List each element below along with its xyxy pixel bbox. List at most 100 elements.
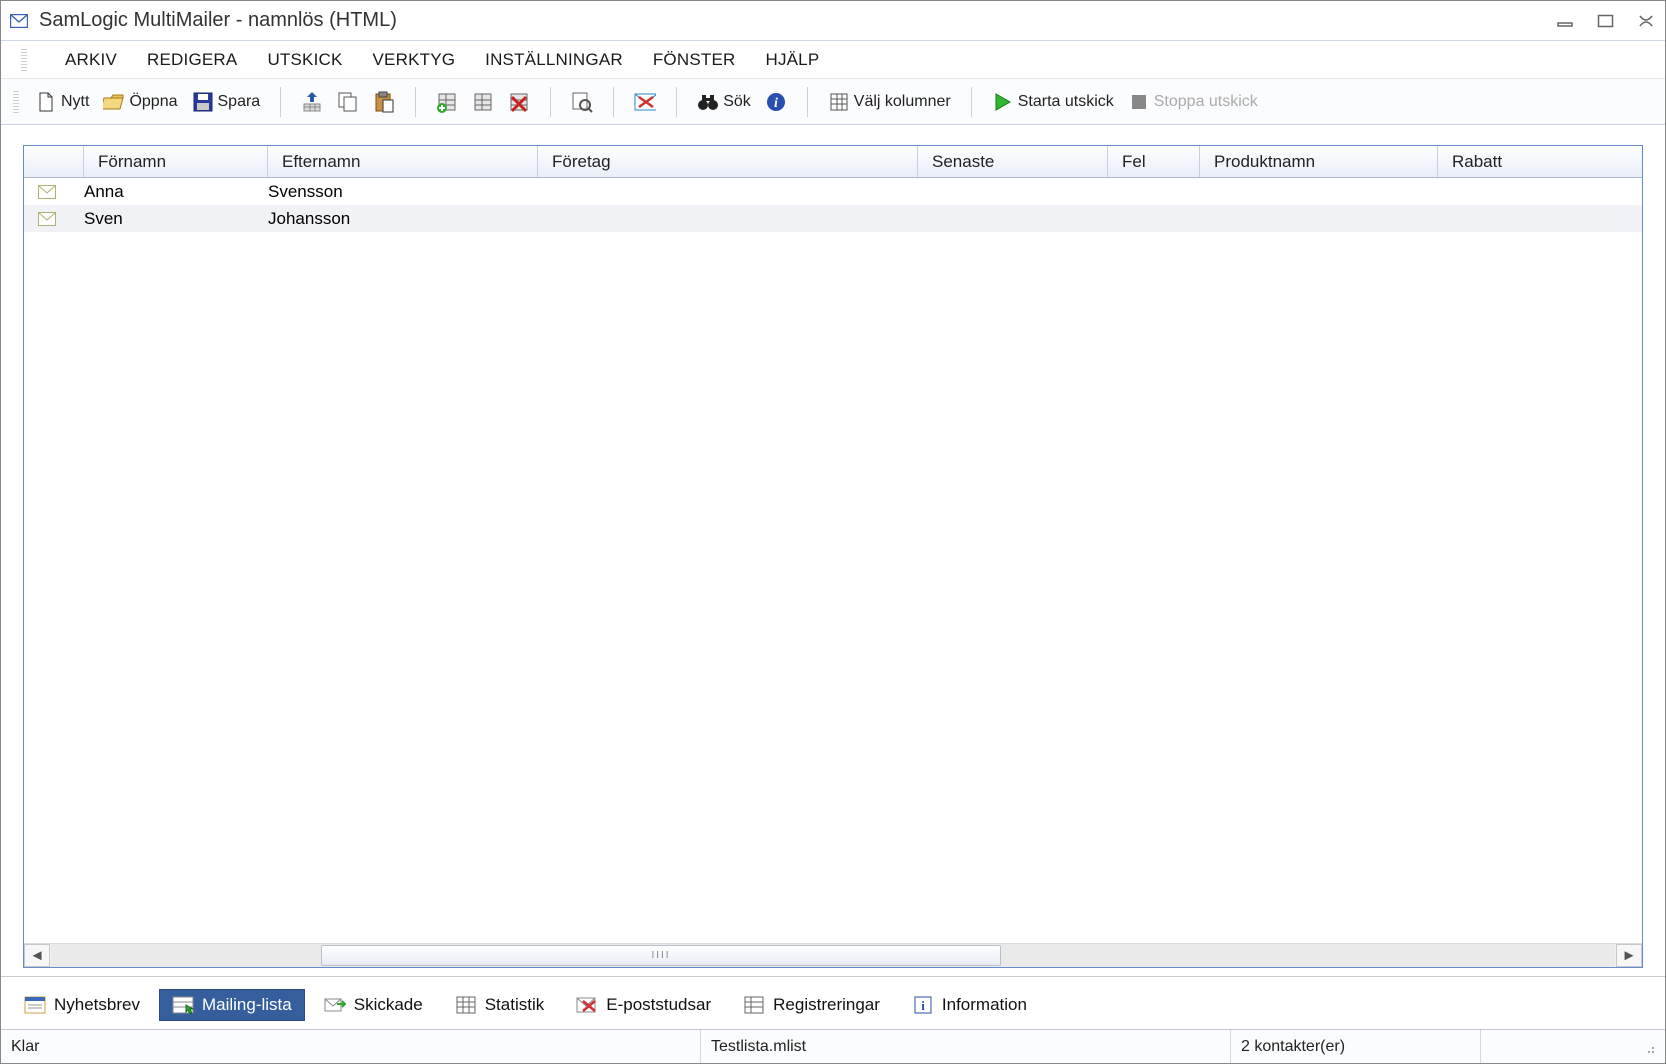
new-label: Nytt bbox=[61, 93, 89, 111]
toolbar-separator bbox=[676, 87, 677, 117]
toolbar-gripper[interactable] bbox=[13, 91, 19, 113]
add-record-button[interactable] bbox=[432, 85, 462, 119]
window-title: SamLogic MultiMailer - namnlös (HTML) bbox=[39, 9, 1555, 32]
tab-label: Skickade bbox=[354, 995, 423, 1015]
toolbar-separator bbox=[613, 87, 614, 117]
grid-body[interactable]: Anna Svensson Sven Johansson bbox=[24, 178, 1642, 943]
paste-button[interactable] bbox=[369, 85, 399, 119]
cell-fornamn: Anna bbox=[84, 182, 268, 202]
contact-grid: Förnamn Efternamn Företag Senaste Fel Pr… bbox=[23, 145, 1643, 968]
status-file: Testlista.mlist bbox=[701, 1030, 1231, 1063]
app-icon bbox=[9, 11, 29, 31]
info-button[interactable]: i bbox=[761, 85, 791, 119]
toolbar: Nytt Öppna Spara bbox=[1, 79, 1665, 125]
status-spacer bbox=[1481, 1030, 1635, 1063]
maximize-button[interactable] bbox=[1595, 10, 1617, 32]
paste-icon bbox=[373, 91, 395, 113]
import-icon bbox=[301, 91, 323, 113]
col-rabatt[interactable]: Rabatt bbox=[1438, 146, 1642, 177]
edit-record-button[interactable] bbox=[468, 85, 498, 119]
svg-text:i: i bbox=[774, 96, 778, 111]
sent-icon bbox=[324, 995, 346, 1015]
binoculars-icon bbox=[697, 91, 719, 113]
scroll-track[interactable]: IIII bbox=[51, 944, 1615, 967]
close-button[interactable] bbox=[1635, 10, 1657, 32]
cell-efternamn: Johansson bbox=[268, 209, 538, 229]
horizontal-scrollbar[interactable]: ◄ IIII ► bbox=[24, 943, 1642, 967]
add-record-icon bbox=[436, 91, 458, 113]
mail-cancel-button[interactable] bbox=[630, 85, 660, 119]
stop-send-label: Stoppa utskick bbox=[1154, 93, 1258, 111]
mail-cancel-icon bbox=[634, 91, 656, 113]
mailing-list-icon bbox=[172, 995, 194, 1015]
row-icon-cell bbox=[24, 185, 84, 199]
col-senaste[interactable]: Senaste bbox=[918, 146, 1108, 177]
col-foretag[interactable]: Företag bbox=[538, 146, 918, 177]
work-area: Förnamn Efternamn Företag Senaste Fel Pr… bbox=[1, 125, 1665, 976]
menu-hjalp[interactable]: HJÄLP bbox=[765, 50, 819, 70]
toolbar-separator bbox=[971, 87, 972, 117]
new-button[interactable]: Nytt bbox=[31, 85, 93, 119]
delete-record-button[interactable] bbox=[504, 85, 534, 119]
registrations-icon bbox=[743, 995, 765, 1015]
menu-fonster[interactable]: FÖNSTER bbox=[653, 50, 736, 70]
menu-installningar[interactable]: INSTÄLLNINGAR bbox=[485, 50, 623, 70]
tab-skickade[interactable]: Skickade bbox=[311, 989, 436, 1021]
tab-label: Statistik bbox=[485, 995, 545, 1015]
tab-label: E-poststudsar bbox=[606, 995, 711, 1015]
tab-nyhetsbrev[interactable]: Nyhetsbrev bbox=[11, 989, 153, 1021]
tab-information[interactable]: i Information bbox=[899, 989, 1040, 1021]
menu-utskick[interactable]: UTSKICK bbox=[267, 50, 342, 70]
col-fornamn[interactable]: Förnamn bbox=[84, 146, 268, 177]
toolbar-separator bbox=[415, 87, 416, 117]
info-icon: i bbox=[765, 91, 787, 113]
table-row[interactable]: Anna Svensson bbox=[24, 178, 1642, 205]
preview-button[interactable] bbox=[567, 85, 597, 119]
choose-columns-label: Välj kolumner bbox=[854, 93, 951, 111]
resize-grip[interactable] bbox=[1635, 1030, 1665, 1063]
play-icon bbox=[992, 91, 1014, 113]
envelope-icon bbox=[38, 185, 56, 199]
tab-epoststudsar[interactable]: E-poststudsar bbox=[563, 989, 724, 1021]
info-square-icon: i bbox=[912, 995, 934, 1015]
copy-button[interactable] bbox=[333, 85, 363, 119]
stop-send-button[interactable]: Stoppa utskick bbox=[1124, 85, 1262, 119]
tab-mailing-lista[interactable]: Mailing-lista bbox=[159, 989, 305, 1021]
bottom-tab-bar: Nyhetsbrev Mailing-lista Skickade Statis… bbox=[1, 976, 1665, 1029]
menu-arkiv[interactable]: ARKIV bbox=[65, 50, 117, 70]
menu-redigera[interactable]: REDIGERA bbox=[147, 50, 237, 70]
col-efternamn[interactable]: Efternamn bbox=[268, 146, 538, 177]
menu-gripper[interactable] bbox=[21, 49, 27, 71]
tab-label: Nyhetsbrev bbox=[54, 995, 140, 1015]
open-button[interactable]: Öppna bbox=[99, 85, 181, 119]
stop-icon bbox=[1128, 91, 1150, 113]
toolbar-separator bbox=[807, 87, 808, 117]
table-row[interactable]: Sven Johansson bbox=[24, 205, 1642, 232]
col-icon[interactable] bbox=[24, 146, 84, 177]
tab-statistik[interactable]: Statistik bbox=[442, 989, 558, 1021]
save-button[interactable]: Spara bbox=[188, 85, 265, 119]
scroll-left-button[interactable]: ◄ bbox=[24, 944, 50, 967]
col-produkt[interactable]: Produktnamn bbox=[1200, 146, 1438, 177]
col-fel[interactable]: Fel bbox=[1108, 146, 1200, 177]
svg-text:i: i bbox=[921, 998, 925, 1013]
menu-bar: ARKIV REDIGERA UTSKICK VERKTYG INSTÄLLNI… bbox=[1, 41, 1665, 79]
window-controls bbox=[1555, 10, 1657, 32]
start-send-label: Starta utskick bbox=[1018, 93, 1114, 111]
tab-label: Information bbox=[942, 995, 1027, 1015]
tab-label: Registreringar bbox=[773, 995, 880, 1015]
scroll-thumb[interactable]: IIII bbox=[321, 945, 1001, 966]
tab-registreringar[interactable]: Registreringar bbox=[730, 989, 893, 1021]
new-file-icon bbox=[35, 91, 57, 113]
import-button[interactable] bbox=[297, 85, 327, 119]
delete-record-icon bbox=[508, 91, 530, 113]
start-send-button[interactable]: Starta utskick bbox=[988, 85, 1118, 119]
choose-columns-button[interactable]: Välj kolumner bbox=[824, 85, 955, 119]
bounce-icon bbox=[576, 995, 598, 1015]
menu-verktyg[interactable]: VERKTYG bbox=[373, 50, 456, 70]
edit-record-icon bbox=[472, 91, 494, 113]
search-button[interactable]: Sök bbox=[693, 85, 755, 119]
scroll-right-button[interactable]: ► bbox=[1616, 944, 1642, 967]
save-disk-icon bbox=[192, 91, 214, 113]
minimize-button[interactable] bbox=[1555, 10, 1577, 32]
